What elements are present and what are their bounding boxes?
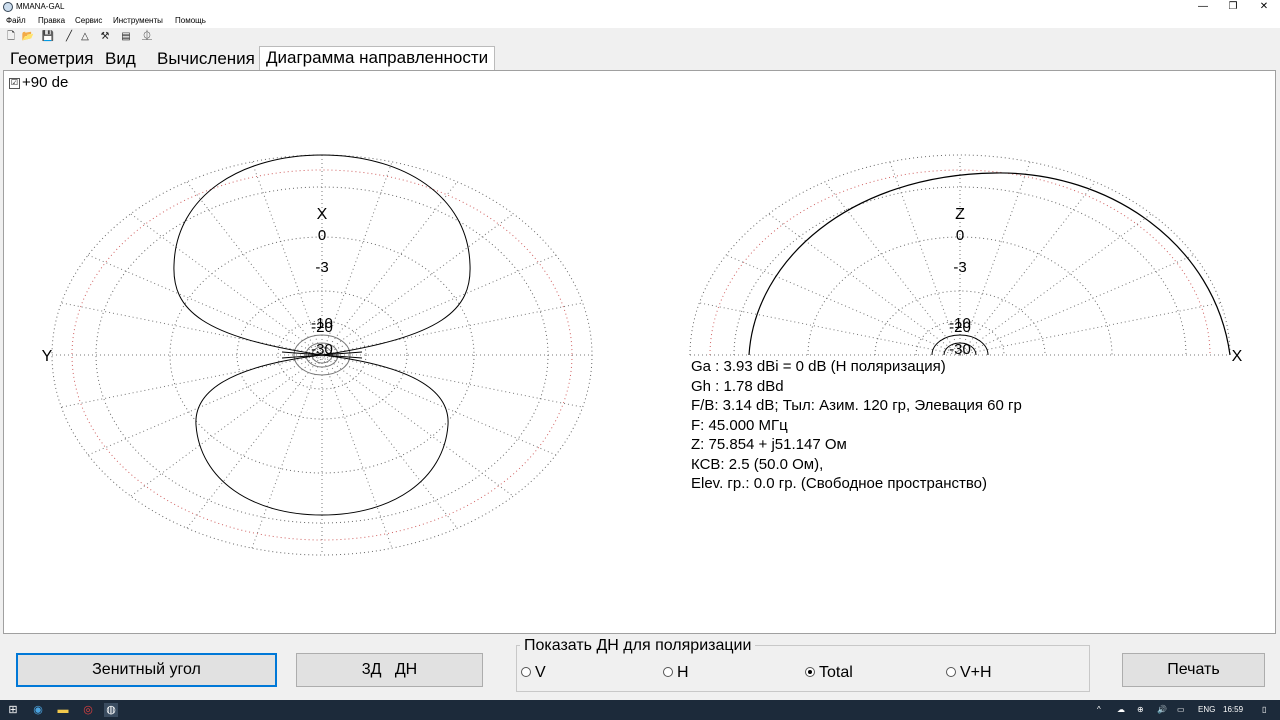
tray-keyboard-icon[interactable]: ▭ (1177, 704, 1185, 716)
info-gain-dbd: Gh : 1.78 dBd (691, 377, 784, 395)
minimize-button[interactable]: — (1187, 0, 1219, 14)
tools-icon[interactable]: ⚒ (98, 30, 112, 44)
tab-radiation-pattern[interactable]: Диаграмма направленности (259, 46, 496, 70)
line-tool-icon[interactable]: ╱ (62, 30, 76, 44)
right-ring-label-20: -20 (949, 319, 971, 336)
radio-v-plus-h[interactable] (946, 667, 956, 677)
right-ring-label-0: 0 (956, 227, 964, 244)
tray-up-arrow-icon[interactable]: ^ (1097, 704, 1101, 716)
radio-h[interactable] (663, 667, 673, 677)
left-axis-top-label: X (317, 206, 328, 223)
record-app-icon[interactable]: ◎ (81, 703, 95, 717)
radio-total-label[interactable]: Total (819, 664, 853, 682)
window-title: MMANA-GAL (16, 2, 65, 11)
info-elevation: Elev. гр.: 0.0 гр. (Свободное пространст… (691, 475, 988, 492)
tray-notification-icon[interactable]: ▯ (1262, 704, 1266, 716)
radio-v-label[interactable]: V (535, 664, 546, 682)
tab-view[interactable]: Вид (105, 48, 136, 70)
left-ring-label-20: -20 (311, 319, 333, 336)
tab-calculation[interactable]: Вычисления (157, 48, 255, 70)
zenith-angle-button[interactable]: Зенитный угол (16, 653, 277, 687)
pattern-canvas: X Y 0 -3 -10 -20 -30 Z X 0 -3 -10 -20 -3… (42, 154, 1243, 556)
tray-clock[interactable]: 16:59 (1223, 704, 1243, 716)
file-explorer-icon[interactable]: ▬ (56, 703, 70, 717)
info-impedance: Z: 75.854 + j51.147 Ом (691, 436, 847, 453)
info-gain-dbi: Ga : 3.93 dBi = 0 dB (H поляризация) (691, 358, 946, 375)
title-bar: MMANA-GAL — ❐ ✕ (0, 0, 1280, 14)
maximize-button[interactable]: ❐ (1217, 0, 1249, 14)
document-icon[interactable]: ▤ (119, 30, 133, 44)
antenna-info-block: Ga : 3.93 dBi = 0 dB (H поляризация) Gh … (691, 357, 1022, 494)
right-ring-label-30: -30 (949, 341, 971, 358)
menu-file[interactable]: Файл (6, 15, 26, 27)
radio-selected-dot (808, 670, 812, 674)
save-icon[interactable]: 💾 (41, 30, 55, 44)
left-axis-side-label: Y (42, 348, 53, 365)
menu-help[interactable]: Помощь (175, 15, 206, 27)
toolbar: 🗋 📂 💾 ╱ △ ⚒ ▤ ⏂ (0, 28, 1280, 46)
menu-tools[interactable]: Инструменты (113, 15, 163, 27)
polarization-group-title: Показать ДН для поляризации (520, 637, 756, 655)
radio-v[interactable] (521, 667, 531, 677)
tray-volume-icon[interactable]: 🔊 (1157, 704, 1167, 716)
info-frequency: F: 45.000 МГц (691, 416, 788, 434)
right-axis-top-label: Z (955, 206, 965, 223)
mmana-taskbar-icon[interactable]: ◍ (104, 703, 118, 717)
taskbar: ⊞ ◉ ▬ ◎ ◍ ^ ☁ ⊕ 🔊 ▭ ENG 16:59 ▯ (0, 700, 1280, 720)
app-icon (3, 2, 13, 12)
3d-pattern-button[interactable]: 3Д ДН (296, 653, 483, 687)
menu-edit[interactable]: Правка (38, 15, 65, 27)
edge-browser-icon[interactable]: ◉ (31, 703, 45, 717)
tray-network-icon[interactable]: ⊕ (1137, 704, 1144, 716)
azimuth-plot: X Y 0 -3 -10 -20 -30 (42, 154, 593, 556)
left-ring-label-3: -3 (315, 259, 328, 276)
left-ring-label-0: 0 (318, 227, 326, 244)
pattern-elevation-curve (748, 172, 1231, 356)
menu-service[interactable]: Сервис (75, 15, 102, 27)
radio-v-plus-h-label[interactable]: V+H (960, 664, 992, 682)
radio-total[interactable] (805, 667, 815, 677)
close-button[interactable]: ✕ (1248, 0, 1280, 14)
tab-bar: Геометрия Вид Вычисления Диаграмма напра… (0, 46, 1280, 70)
menu-bar: Файл Правка Сервис Инструменты Помощь (0, 14, 1280, 28)
tray-language[interactable]: ENG (1198, 704, 1215, 716)
tab-geometry[interactable]: Геометрия (10, 48, 94, 70)
antenna-icon[interactable]: ⏂ (140, 30, 154, 44)
right-axis-side-label: X (1232, 348, 1243, 365)
triangle-icon[interactable]: △ (78, 30, 92, 44)
radio-h-label[interactable]: H (677, 664, 689, 682)
info-front-back: F/B: 3.14 dB; Тыл: Азим. 120 гр, Элеваци… (691, 397, 1022, 414)
new-file-icon[interactable]: 🗋 (4, 30, 18, 44)
start-icon[interactable]: ⊞ (6, 703, 20, 717)
left-ring-label-30: -30 (311, 341, 333, 358)
right-ring-label-3: -3 (953, 259, 966, 276)
info-swr: КСВ: 2.5 (50.0 Ом), (691, 455, 824, 473)
radiation-pattern-panel: ☑ +90 deg (3, 70, 1276, 634)
print-button[interactable]: Печать (1122, 653, 1265, 687)
open-folder-icon[interactable]: 📂 (21, 30, 35, 44)
elevation-plot: Z X 0 -3 -10 -20 -30 (689, 154, 1243, 365)
tray-cloud-icon[interactable]: ☁ (1117, 704, 1125, 716)
